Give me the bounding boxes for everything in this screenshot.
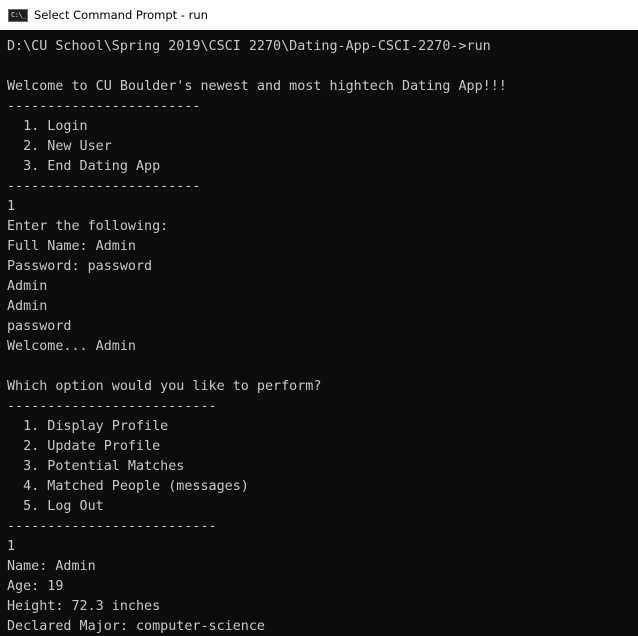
cmd-icon: C:\_ bbox=[8, 8, 28, 22]
console-line: Which option would you like to perform? bbox=[7, 379, 322, 394]
console-line: 2. Update Profile bbox=[7, 439, 161, 454]
console-line: Enter the following: bbox=[7, 219, 169, 234]
console-line: 3. End Dating App bbox=[7, 159, 161, 174]
console-line: Password: password bbox=[7, 259, 153, 274]
console-line: password bbox=[7, 319, 72, 334]
console-line: Age: 19 bbox=[7, 579, 64, 594]
console-line: Welcome to CU Boulder's newest and most … bbox=[7, 79, 507, 94]
console-line: 1 bbox=[7, 199, 16, 214]
console-line: Welcome... Admin bbox=[7, 339, 136, 354]
console-line: Height: 72.3 inches bbox=[7, 599, 161, 614]
console-line: ------------------------ bbox=[7, 99, 201, 114]
console-line: Declared Major: computer-science bbox=[7, 619, 265, 634]
console-line: 1 bbox=[7, 539, 16, 554]
window-title: Select Command Prompt - run bbox=[34, 8, 208, 22]
command-prompt-window: C:\_ Select Command Prompt - run D:\CU S… bbox=[0, 0, 638, 636]
console-line: 1. Display Profile bbox=[7, 419, 169, 434]
console-line: 3. Potential Matches bbox=[7, 459, 185, 474]
console-line: -------------------------- bbox=[7, 399, 217, 414]
console-line: Admin bbox=[7, 279, 48, 294]
console-line: 4. Matched People (messages) bbox=[7, 479, 249, 494]
console-line: ------------------------ bbox=[7, 179, 201, 194]
console-line: 2. New User bbox=[7, 139, 112, 154]
console-line: 5. Log Out bbox=[7, 499, 104, 514]
console-line: Admin bbox=[7, 299, 48, 314]
console-output[interactable]: D:\CU School\Spring 2019\CSCI 2270\Datin… bbox=[0, 37, 638, 636]
console-line: Full Name: Admin bbox=[7, 239, 136, 254]
console-line: D:\CU School\Spring 2019\CSCI 2270\Datin… bbox=[7, 39, 491, 54]
console-line: -------------------------- bbox=[7, 519, 217, 534]
console-line: 1. Login bbox=[7, 119, 88, 134]
console-line: Name: Admin bbox=[7, 559, 96, 574]
title-bar[interactable]: C:\_ Select Command Prompt - run bbox=[0, 0, 638, 30]
